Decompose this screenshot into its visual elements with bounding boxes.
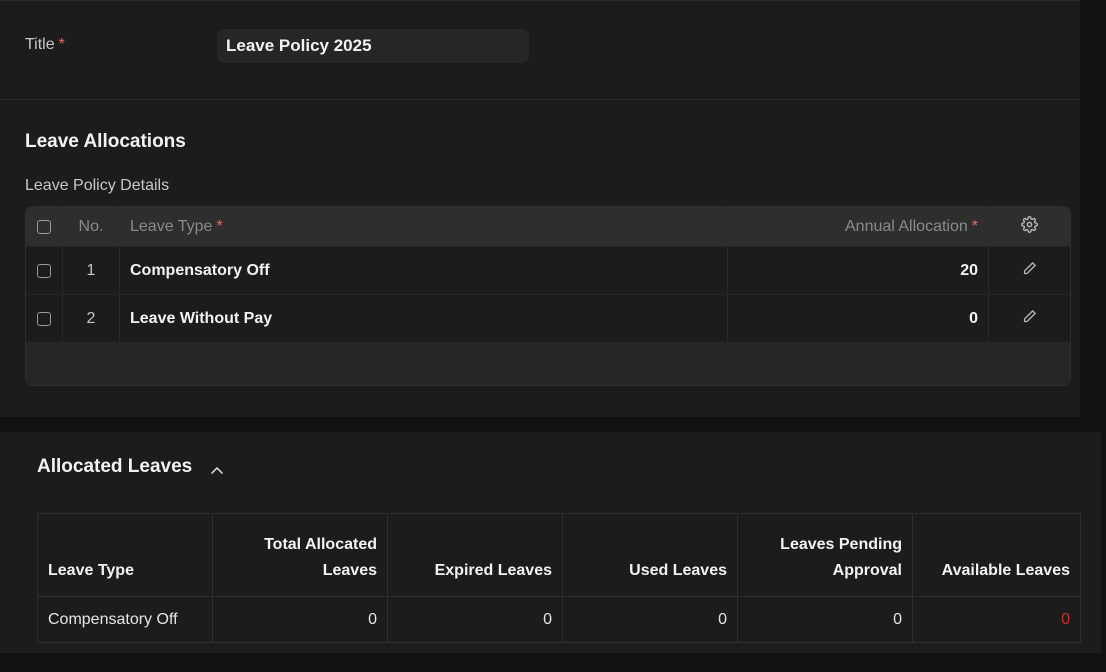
table-row[interactable]: 1 Compensatory Off 20 — [26, 246, 1070, 295]
cell-pending-approval: 0 — [737, 596, 913, 643]
cell-leave-type: Compensatory Off — [37, 596, 213, 643]
row-no: 2 — [86, 310, 96, 327]
leave-policy-details-table: No. Leave Type * Annual Allocation * 1 C… — [25, 206, 1071, 386]
edit-row-button[interactable] — [989, 247, 1070, 295]
row-annual-allocation-cell[interactable]: 20 — [728, 247, 989, 295]
table-footer — [26, 342, 1070, 385]
header-leave-type-label: Leave Type — [130, 217, 213, 235]
cell-used: 0 — [562, 596, 738, 643]
title-input[interactable]: Leave Policy 2025 — [217, 29, 529, 63]
row-annual-allocation: 20 — [960, 262, 978, 279]
select-all-cell — [26, 207, 63, 246]
header-pending-approval: Leaves Pending Approval — [737, 513, 913, 597]
row-leave-type: Compensatory Off — [130, 262, 270, 279]
cell-available: 0 — [912, 596, 1081, 643]
header-leave-type: Leave Type — [37, 513, 213, 597]
header-leave-type: Leave Type * — [120, 207, 728, 246]
header-total-allocated: Total Allocated Leaves — [212, 513, 388, 597]
leave-policy-form: Title * Leave Policy 2025 Leave Allocatio… — [0, 0, 1080, 417]
allocated-leaves-heading[interactable]: Allocated Leaves — [37, 456, 192, 478]
row-select-cell — [26, 247, 63, 295]
row-select-cell — [26, 295, 63, 343]
header-used: Used Leaves — [562, 513, 738, 597]
pencil-icon — [1022, 309, 1037, 329]
row-no: 1 — [86, 262, 96, 279]
table-header: Leave Type Total Allocated Leaves Expire… — [37, 513, 1081, 597]
header-annual-allocation: Annual Allocation * — [728, 207, 989, 246]
header-no-label: No. — [78, 217, 104, 235]
row-annual-allocation: 0 — [969, 310, 978, 327]
row-checkbox[interactable] — [37, 312, 51, 326]
header-available: Available Leaves — [912, 513, 1081, 597]
gear-icon — [1021, 215, 1038, 238]
leave-allocations-heading: Leave Allocations — [25, 131, 186, 152]
table-header: No. Leave Type * Annual Allocation * — [26, 207, 1070, 246]
chevron-up-icon[interactable] — [210, 462, 224, 480]
header-annual-allocation-label: Annual Allocation — [845, 217, 968, 235]
required-mark: * — [58, 36, 65, 53]
header-no: No. — [63, 207, 120, 246]
row-checkbox[interactable] — [37, 264, 51, 278]
edit-row-button[interactable] — [989, 295, 1070, 343]
pencil-icon — [1022, 261, 1037, 281]
allocated-leaves-panel: Allocated Leaves Leave Type Total Alloca… — [0, 432, 1101, 653]
required-mark: * — [216, 217, 223, 235]
title-label-text: Title — [25, 36, 55, 53]
row-leave-type-cell[interactable]: Compensatory Off — [120, 247, 728, 295]
cell-total-allocated: 0 — [212, 596, 388, 643]
title-field-row: Title * Leave Policy 2025 — [0, 1, 1080, 100]
table-row: Compensatory Off 0 0 0 0 0 — [37, 596, 1081, 643]
row-leave-type: Leave Without Pay — [130, 310, 273, 327]
title-label: Title * — [25, 36, 65, 54]
header-expired: Expired Leaves — [387, 513, 563, 597]
row-no-cell: 2 — [63, 295, 120, 343]
required-mark: * — [971, 217, 978, 235]
row-leave-type-cell[interactable]: Leave Without Pay — [120, 295, 728, 343]
leave-policy-details-label: Leave Policy Details — [25, 177, 170, 194]
allocated-leaves-table: Leave Type Total Allocated Leaves Expire… — [37, 513, 1081, 643]
row-annual-allocation-cell[interactable]: 0 — [728, 295, 989, 343]
select-all-checkbox[interactable] — [37, 219, 51, 234]
table-row[interactable]: 2 Leave Without Pay 0 — [26, 294, 1070, 343]
cell-expired: 0 — [387, 596, 563, 643]
column-settings-button[interactable] — [989, 207, 1070, 246]
row-no-cell: 1 — [63, 247, 120, 295]
